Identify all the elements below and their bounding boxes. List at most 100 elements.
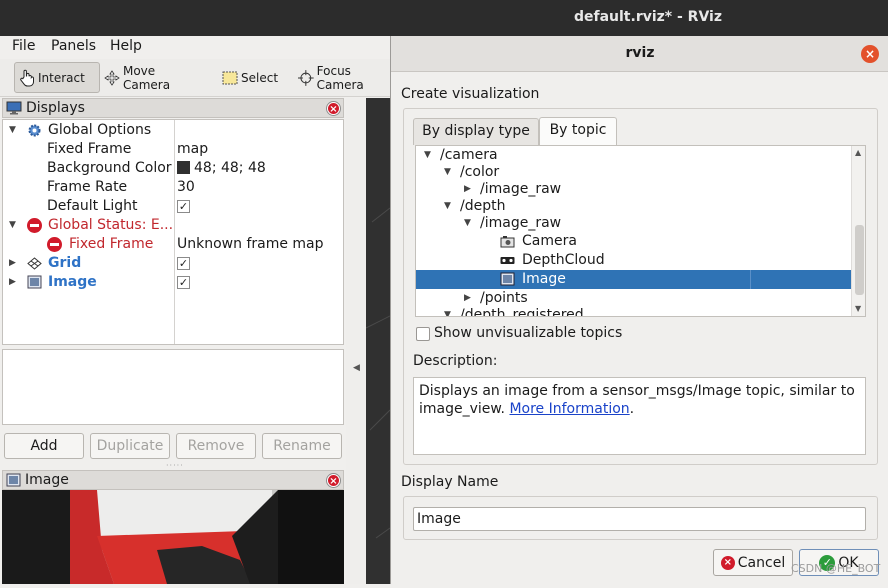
grid-checkbox[interactable]: ✓: [177, 257, 190, 270]
gear-icon: [28, 124, 41, 137]
default-light-label: Default Light: [47, 198, 138, 214]
image-panel-close-icon[interactable]: ×: [327, 474, 340, 487]
display-name-label: Display Name: [401, 474, 499, 490]
select-rect-icon: [222, 71, 238, 84]
topic-node[interactable]: ▼ /image_raw: [416, 214, 851, 233]
dialog-close-icon[interactable]: ×: [861, 45, 879, 63]
error-icon: [27, 218, 42, 233]
status-fixed-frame-label: Fixed Frame: [69, 236, 154, 252]
expand-arrow-icon[interactable]: ▼: [464, 214, 471, 233]
topic-node-camera[interactable]: Camera: [416, 232, 851, 251]
tree-row-frame-rate[interactable]: Frame Rate 30: [3, 178, 343, 197]
global-status-label: Global Status: E...: [48, 217, 174, 233]
tree-row-grid[interactable]: ▶ Grid ✓: [3, 254, 343, 273]
color-swatch[interactable]: [177, 161, 190, 174]
tree-row-global-status[interactable]: ▼ Global Status: E...: [3, 216, 343, 235]
expand-arrow-icon[interactable]: ▼: [9, 121, 16, 140]
menu-help[interactable]: Help: [110, 38, 142, 54]
default-light-checkbox[interactable]: ✓: [177, 200, 190, 213]
window-title: default.rviz* - RViz: [573, 9, 722, 25]
move-camera-tool-button[interactable]: Move Camera: [100, 62, 210, 93]
global-options-label: Global Options: [48, 122, 152, 138]
collapse-arrow-icon[interactable]: ▶: [9, 273, 16, 292]
row-divider: [750, 270, 751, 289]
topic-label: Image: [522, 271, 566, 287]
background-color-value[interactable]: 48; 48; 48: [177, 159, 266, 178]
background-color-label: Background Color: [47, 160, 172, 176]
display-name-input[interactable]: Image: [413, 507, 866, 531]
add-button[interactable]: Add: [4, 433, 84, 459]
image-label: Image: [48, 274, 97, 290]
image-checkbox[interactable]: ✓: [177, 276, 190, 289]
topic-node[interactable]: ▼ /depth_registered: [416, 306, 851, 317]
rename-button[interactable]: Rename: [262, 433, 342, 459]
description-box: Displays an image from a sensor_msgs/Ima…: [413, 377, 866, 455]
topic-label: /image_raw: [480, 215, 562, 231]
displays-close-icon[interactable]: ×: [327, 102, 340, 115]
cancel-button[interactable]: × Cancel: [713, 549, 793, 576]
image-icon: [6, 473, 21, 487]
menu-panels[interactable]: Panels: [51, 38, 96, 54]
tree-row-global-options[interactable]: ▼ Global Options: [3, 121, 343, 140]
image-icon: [27, 275, 42, 289]
panel-splitter[interactable]: ◀: [346, 98, 366, 584]
move-camera-label: Move Camera: [122, 63, 171, 92]
tree-row-background-color[interactable]: Background Color 48; 48; 48: [3, 159, 343, 178]
image-icon: [500, 272, 515, 286]
camera-image-view: [2, 490, 344, 584]
show-unvisualizable-checkbox[interactable]: [416, 327, 430, 341]
cancel-label: Cancel: [737, 554, 786, 571]
menu-file[interactable]: File: [12, 38, 35, 54]
hand-pointer-icon: [20, 69, 34, 86]
collapse-arrow-icon[interactable]: ▶: [9, 254, 16, 273]
camera-image: [2, 490, 344, 584]
topic-tree: ▼ /camera ▼ /color ▶ /image_raw ▼ /depth…: [415, 145, 866, 317]
tab-by-display-type[interactable]: By display type: [413, 118, 539, 145]
frame-rate-label: Frame Rate: [47, 179, 128, 195]
grid-label: Grid: [48, 255, 82, 271]
splitter-handle[interactable]: ·····: [166, 461, 184, 470]
interact-tool-button[interactable]: Interact: [14, 62, 100, 93]
scroll-up-icon[interactable]: ▲: [855, 148, 861, 157]
crosshair-icon: [298, 69, 314, 86]
topic-node-depthcloud[interactable]: DepthCloud: [416, 251, 851, 270]
camera-icon: [500, 236, 515, 248]
fixed-frame-value[interactable]: map: [177, 140, 208, 159]
image-panel-header: Image ×: [2, 470, 344, 490]
tab-by-topic[interactable]: By topic: [539, 117, 617, 145]
topic-label: /depth_registered: [460, 307, 584, 317]
topic-node-image-selected[interactable]: Image: [416, 270, 851, 289]
image-panel-title: Image: [25, 472, 69, 488]
frame-rate-value[interactable]: 30: [177, 178, 195, 197]
displays-panel-header: Displays ×: [2, 98, 344, 118]
watermark: CSDN @HE_BOT: [791, 562, 881, 575]
dialog-titlebar: rviz ×: [391, 36, 888, 72]
create-visualization-label: Create visualization: [401, 86, 540, 102]
collapse-left-icon[interactable]: ◀: [353, 363, 360, 373]
topic-label: Camera: [522, 233, 577, 249]
more-information-link[interactable]: More Information: [509, 401, 629, 417]
tree-row-fixed-frame[interactable]: Fixed Frame map: [3, 140, 343, 159]
scroll-down-icon[interactable]: ▼: [855, 304, 861, 313]
focus-camera-tool-button[interactable]: Focus Camera: [294, 62, 404, 93]
move-arrows-icon: [104, 69, 120, 86]
display-description-area: [2, 349, 344, 425]
grid-icon: [27, 257, 42, 270]
description-end: .: [629, 401, 635, 417]
expand-arrow-icon[interactable]: ▼: [9, 216, 16, 235]
topic-label: DepthCloud: [522, 252, 605, 268]
depthcloud-icon: [500, 257, 515, 264]
remove-button[interactable]: Remove: [176, 433, 256, 459]
topic-tree-scrollbar[interactable]: ▲ ▼: [851, 146, 865, 316]
fixed-frame-label: Fixed Frame: [47, 141, 132, 157]
monitor-icon: [6, 101, 22, 115]
expand-arrow-icon[interactable]: ▼: [444, 306, 451, 316]
select-tool-button[interactable]: Select: [218, 62, 288, 93]
tree-row-default-light[interactable]: Default Light ✓: [3, 197, 343, 216]
duplicate-button[interactable]: Duplicate: [90, 433, 170, 459]
description-label: Description:: [413, 353, 498, 369]
scrollbar-thumb[interactable]: [855, 225, 864, 295]
tree-row-status-fixed-frame[interactable]: Fixed Frame Unknown frame map: [3, 235, 343, 254]
window-titlebar: default.rviz* - RViz: [0, 0, 888, 36]
tree-row-image[interactable]: ▶ Image ✓: [3, 273, 343, 292]
